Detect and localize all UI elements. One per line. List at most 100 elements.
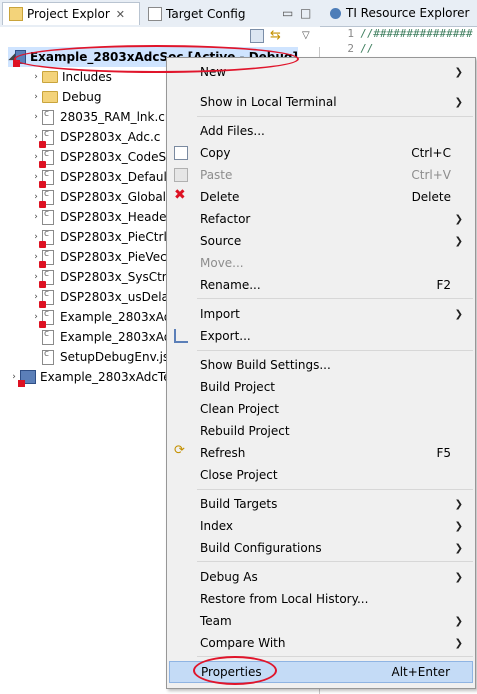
menu-item-build-targets[interactable]: Build Targets ❯ (169, 493, 473, 515)
tree-item-label: Includes (62, 70, 112, 84)
line-number: 1 (347, 27, 354, 40)
menu-item-debug-as[interactable]: Debug As ❯ (169, 566, 473, 588)
project-icon (18, 370, 36, 387)
tree-item-debug[interactable]: › Debug (30, 87, 101, 107)
chevron-right-icon[interactable]: › (30, 212, 42, 222)
tree-item-label: DSP2803x_SysCtrl.c (60, 270, 181, 284)
file-icon (42, 109, 54, 125)
tab-resource-explorer-label: TI Resource Explorer (346, 6, 470, 20)
menu-label: Rebuild Project (200, 424, 290, 438)
tab-resource-explorer[interactable]: TI Resource Explorer (320, 0, 477, 27)
menu-item-show-build-settings[interactable]: Show Build Settings... (169, 354, 473, 376)
collapse-all-icon[interactable] (250, 29, 264, 43)
menu-item-delete[interactable]: ✖ Delete Delete (169, 186, 473, 208)
tab-target-configurations[interactable]: Target Config (142, 2, 292, 25)
menu-item-clean-project[interactable]: Clean Project (169, 398, 473, 420)
submenu-arrow-icon: ❯ (454, 213, 463, 225)
info-icon (330, 7, 341, 19)
tree-item-file[interactable]: › DSP2803x_PieVect.c (30, 247, 182, 268)
menu-item-paste[interactable]: Paste Ctrl+V (169, 164, 473, 186)
tree-item-label: DSP2803x_Adc.c (60, 130, 161, 144)
menu-separator (197, 489, 473, 490)
menu-item-rename[interactable]: Rename... F2 (169, 274, 473, 296)
shortcut-label: F5 (436, 446, 451, 460)
menu-item-new[interactable]: New ❯ (169, 61, 473, 83)
submenu-arrow-icon: ❯ (454, 66, 463, 78)
tab-project-explorer-label: Project Explor (27, 7, 110, 21)
includes-folder-icon (42, 71, 58, 83)
menu-label: Debug As (200, 570, 258, 584)
menu-label: Source (200, 234, 242, 248)
tab-target-config-label: Target Config (166, 6, 246, 21)
tree-item-label: Debug (62, 90, 102, 104)
chevron-right-icon[interactable]: › (30, 112, 42, 122)
file-icon (42, 209, 54, 225)
tree-item-file[interactable]: › DSP2803x_Adc.c (30, 127, 161, 148)
file-icon (42, 329, 54, 345)
menu-label: Add Files... (200, 124, 265, 138)
menu-item-properties[interactable]: Properties Alt+Enter (169, 661, 473, 683)
link-with-editor-icon[interactable]: ⇆ (270, 28, 281, 43)
maximize-icon[interactable]: □ (300, 6, 311, 20)
submenu-arrow-icon: ❯ (454, 571, 463, 583)
tree-item-includes[interactable]: › Includes (30, 67, 112, 87)
menu-item-team[interactable]: Team ❯ (169, 610, 473, 632)
menu-label: Team (200, 614, 232, 628)
menu-item-copy[interactable]: Copy Ctrl+C (169, 142, 473, 164)
menu-item-add-files[interactable]: Add Files... (169, 120, 473, 142)
menu-item-refresh[interactable]: ⟳ Refresh F5 (169, 442, 473, 464)
tree-item-file[interactable]: › DSP2803x_PieCtrl.c (30, 227, 178, 248)
menu-label: Delete (200, 190, 240, 204)
tree-item-file[interactable]: › 28035_RAM_lnk.cmd (30, 107, 184, 127)
menu-item-rebuild-project[interactable]: Rebuild Project (169, 420, 473, 442)
tab-project-explorer[interactable]: Project Explor ✕ (2, 2, 140, 25)
menu-item-restore-history[interactable]: Restore from Local History... (169, 588, 473, 610)
c-file-error-icon (39, 229, 54, 248)
tree-item-label: SetupDebugEnv.js (60, 350, 170, 364)
submenu-arrow-icon: ❯ (454, 498, 463, 510)
menu-label: Refactor (200, 212, 251, 226)
view-menu-icon[interactable]: ▽ (302, 30, 310, 41)
minimize-icon[interactable]: ▭ (282, 6, 293, 20)
close-icon[interactable]: ✕ (116, 8, 125, 21)
tree-item-file[interactable]: SetupDebugEnv.js (30, 347, 169, 367)
menu-label: Index (200, 519, 234, 533)
menu-item-show-in-terminal[interactable]: Show in Local Terminal ❯ (169, 91, 473, 113)
refresh-icon: ⟳ (174, 443, 185, 458)
c-file-error-icon (39, 169, 54, 188)
explorer-toolbar: ⇆ ▽ (0, 27, 320, 47)
menu-item-refactor[interactable]: Refactor ❯ (169, 208, 473, 230)
menu-item-index[interactable]: Index ❯ (169, 515, 473, 537)
submenu-arrow-icon: ❯ (454, 542, 463, 554)
menu-item-import[interactable]: Import ❯ (169, 303, 473, 325)
menu-label: Move... (200, 256, 244, 270)
tree-item-file[interactable]: › DSP2803x_SysCtrl.c (30, 267, 181, 288)
menu-item-build-project[interactable]: Build Project (169, 376, 473, 398)
menu-label: Show Build Settings... (200, 358, 331, 372)
chevron-right-icon[interactable]: › (30, 72, 42, 82)
chevron-right-icon[interactable]: › (30, 92, 42, 102)
tree-item-label: DSP2803x_PieCtrl.c (60, 230, 178, 244)
menu-item-source[interactable]: Source ❯ (169, 230, 473, 252)
menu-label: Refresh (200, 446, 246, 460)
menu-item-build-configurations[interactable]: Build Configurations ❯ (169, 537, 473, 559)
c-file-error-icon (39, 269, 54, 288)
menu-item-move[interactable]: Move... (169, 252, 473, 274)
menu-item-close-project[interactable]: Close Project (169, 464, 473, 486)
shortcut-label: F2 (436, 278, 451, 292)
shortcut-label: Ctrl+V (411, 168, 451, 182)
menu-label: Close Project (200, 468, 278, 482)
submenu-arrow-icon: ❯ (454, 520, 463, 532)
menu-item-compare-with[interactable]: Compare With ❯ (169, 632, 473, 654)
submenu-arrow-icon: ❯ (454, 96, 463, 108)
menu-label: Build Project (200, 380, 275, 394)
c-file-error-icon (39, 249, 54, 268)
menu-separator (197, 298, 473, 299)
c-file-error-icon (39, 189, 54, 208)
menu-item-export[interactable]: Export... (169, 325, 473, 347)
c-file-error-icon (39, 129, 54, 148)
tree-item-label: DSP2803x_PieVect.c (60, 250, 182, 264)
asm-file-error-icon (39, 289, 54, 308)
menu-separator (197, 561, 473, 562)
context-menu: New ❯ Show in Local Terminal ❯ Add Files..… (166, 57, 476, 689)
